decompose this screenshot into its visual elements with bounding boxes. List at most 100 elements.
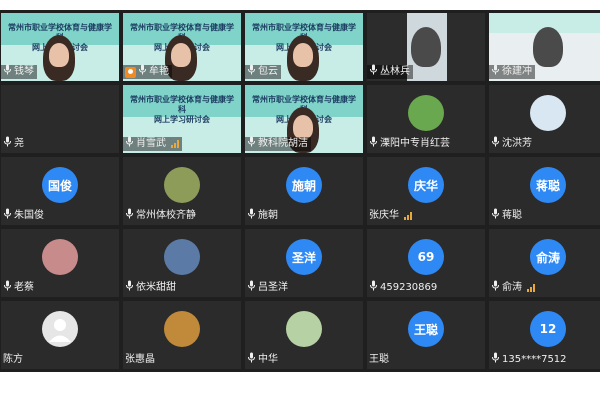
participant-avatar: 69 <box>408 239 444 275</box>
participant-avatar: 王聪 <box>408 311 444 347</box>
participant-name: 钱琴 <box>14 66 34 77</box>
participant-label: 朱国俊 <box>1 208 44 224</box>
participant-tile[interactable]: 张惠晶 <box>123 301 241 369</box>
participant-label: 王聪 <box>367 353 389 367</box>
bottom-margin <box>0 372 600 400</box>
participant-grid: 常州市职业学校体育与健康学科网上学习研讨会钱琴常州市职业学校体育与健康学科网上学… <box>0 10 600 372</box>
participant-name: 徐建冲 <box>502 66 532 77</box>
participant-face <box>293 43 313 67</box>
participant-label: 135****7512 <box>489 352 567 368</box>
participant-label: 包云 <box>245 64 281 80</box>
participant-tile[interactable]: 俞涛 俞涛 <box>489 229 600 297</box>
microphone-icon <box>3 280 12 296</box>
microphone-icon <box>491 352 500 368</box>
participant-tile[interactable]: 庆华张庆华 <box>367 157 485 225</box>
participant-tile[interactable]: 常州市职业学校体育与健康学科网上学习研讨会包云 <box>245 13 363 81</box>
microphone-icon <box>125 136 134 152</box>
participant-tile[interactable]: 溧阳中专肖红芸 <box>367 85 485 153</box>
participant-tile[interactable]: 徐建冲 <box>489 13 600 81</box>
participant-tile[interactable]: 蒋聪 蒋聪 <box>489 157 600 225</box>
microphone-icon <box>3 208 12 224</box>
participant-silhouette <box>533 27 563 67</box>
participant-name: 张惠晶 <box>125 354 155 365</box>
participant-avatar <box>408 95 444 131</box>
participant-tile[interactable]: 12 135****7512 <box>489 301 600 369</box>
participant-tile[interactable]: 常州市职业学校体育与健康学科网上学习研讨会牟艳 <box>123 13 241 81</box>
participant-name: 俞涛 <box>502 282 522 293</box>
participant-face <box>49 43 69 67</box>
participant-name: 老蔡 <box>14 282 34 293</box>
participant-label: 张惠晶 <box>123 353 155 367</box>
microphone-icon <box>3 64 12 80</box>
participant-label: 依米甜甜 <box>123 280 176 296</box>
participant-tile[interactable]: 丛林兵 <box>367 13 485 81</box>
slide-title-line2: 网上学习研讨会 <box>154 115 210 124</box>
participant-face <box>171 43 191 67</box>
participant-tile[interactable]: 老蔡 <box>1 229 119 297</box>
participant-avatar: 庆华 <box>408 167 444 203</box>
participant-label: 459230869 <box>367 280 438 295</box>
participant-tile[interactable]: 常州市职业学校体育与健康学科 网上学习研讨会 肖雪武 <box>123 85 241 153</box>
microphone-icon <box>491 136 500 152</box>
microphone-icon <box>369 64 378 80</box>
microphone-icon <box>247 64 256 80</box>
participant-name: 尧 <box>14 138 24 149</box>
participant-label: 沈洪芳 <box>489 136 532 152</box>
microphone-icon <box>491 64 500 80</box>
participant-tile[interactable]: 中华 <box>245 301 363 369</box>
participant-label: 牟艳 <box>123 64 172 79</box>
participant-label: 施朝 <box>245 208 278 224</box>
participant-label: 教科院胡洁 <box>245 136 311 151</box>
participant-avatar <box>164 167 200 203</box>
participant-name: 朱国俊 <box>14 210 44 221</box>
participant-label: 吕圣洋 <box>245 280 288 295</box>
participant-tile[interactable]: 尧 <box>1 85 119 153</box>
participant-tile[interactable]: 69 459230869 <box>367 229 485 297</box>
participant-avatar <box>530 95 566 131</box>
participant-name: 施朝 <box>258 210 278 221</box>
participant-tile[interactable]: 陈方 <box>1 301 119 369</box>
participant-name: 溧阳中专肖红芸 <box>380 138 450 149</box>
participant-label: 中华 <box>245 352 278 367</box>
microphone-icon <box>247 208 256 224</box>
network-signal-icon <box>404 212 412 220</box>
participant-tile[interactable]: 国俊朱国俊 <box>1 157 119 225</box>
participant-name: 肖雪武 <box>136 138 166 149</box>
participant-name: 常州体校齐静 <box>136 210 196 221</box>
microphone-icon <box>491 280 500 296</box>
participant-tile[interactable]: 常州体校齐静 <box>123 157 241 225</box>
participant-tile[interactable]: 沈洪芳 <box>489 85 600 153</box>
participant-name: 包云 <box>258 66 278 77</box>
participant-avatar: 国俊 <box>42 167 78 203</box>
microphone-icon <box>125 280 134 296</box>
participant-name: 459230869 <box>380 282 438 293</box>
participant-tile[interactable]: 常州市职业学校体育与健康学科网上学习研讨会教科院胡洁 <box>245 85 363 153</box>
participant-label: 钱琴 <box>1 64 37 80</box>
microphone-icon <box>369 136 378 152</box>
participant-avatar <box>42 239 78 275</box>
participant-name: 中华 <box>258 354 278 365</box>
participant-name: 沈洪芳 <box>502 138 532 149</box>
participant-avatar <box>164 311 200 347</box>
participant-tile[interactable]: 施朝 施朝 <box>245 157 363 225</box>
participant-tile[interactable]: 圣洋吕圣洋 <box>245 229 363 297</box>
participant-tile[interactable]: 常州市职业学校体育与健康学科网上学习研讨会钱琴 <box>1 13 119 81</box>
microphone-icon <box>491 208 500 224</box>
participant-label: 蒋聪 <box>489 208 522 224</box>
participant-label: 张庆华 <box>367 209 412 223</box>
participant-avatar: 12 <box>530 311 566 347</box>
host-icon <box>125 66 136 78</box>
participant-tile[interactable]: 王聪 王聪 <box>367 301 485 369</box>
participant-avatar: 蒋聪 <box>530 167 566 203</box>
participant-name: 依米甜甜 <box>136 282 176 293</box>
participant-label: 丛林兵 <box>367 64 413 80</box>
microphone-icon <box>125 208 134 224</box>
participant-tile[interactable]: 依米甜甜 <box>123 229 241 297</box>
participant-label: 徐建冲 <box>489 64 535 80</box>
participant-avatar: 圣洋 <box>286 239 322 275</box>
participant-name: 王聪 <box>369 354 389 365</box>
participant-avatar <box>42 311 78 347</box>
participant-avatar: 施朝 <box>286 167 322 203</box>
participant-label: 俞涛 <box>489 280 535 296</box>
participant-label: 尧 <box>1 136 24 151</box>
